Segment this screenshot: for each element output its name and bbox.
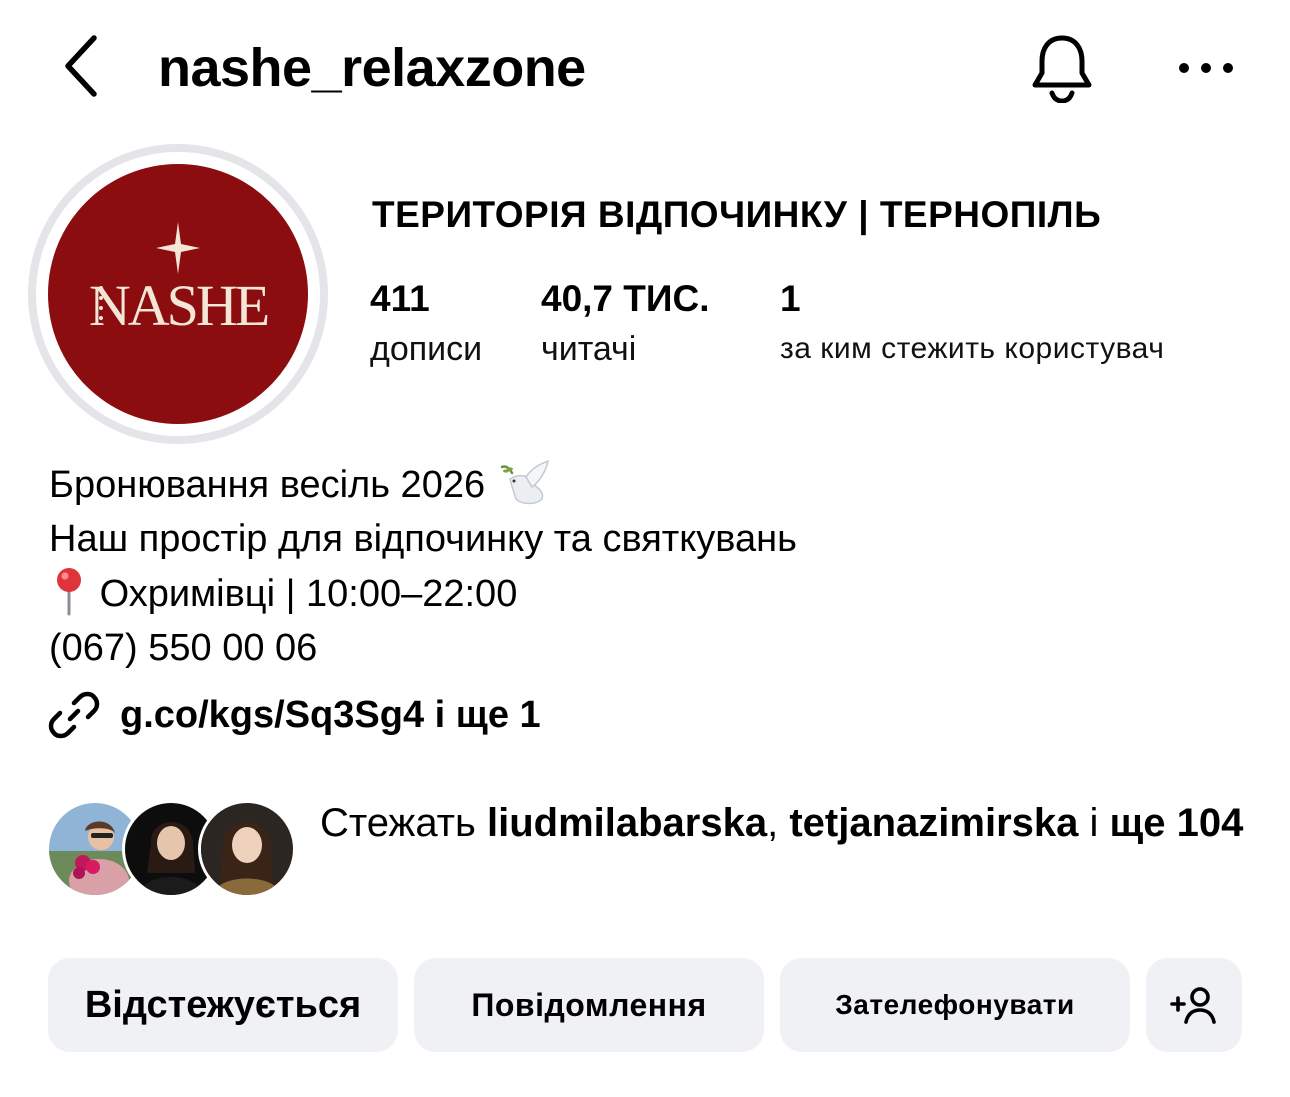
followed-by-user-1: liudmilabarska: [486, 801, 768, 845]
profile-bio: Бронювання весіль 2026 Наш простір для в…: [49, 458, 797, 675]
call-button[interactable]: Зателефонувати: [780, 958, 1130, 1052]
link-icon: [48, 691, 100, 739]
following-button[interactable]: Відстежується: [48, 958, 398, 1052]
followers-label: читачі: [541, 330, 637, 368]
follower-avatar-3: [198, 800, 296, 898]
message-button[interactable]: Повідомлення: [414, 958, 764, 1052]
star-logo-icon: [156, 222, 200, 274]
bio-line-2: Наш простір для відпочинку та святкувань: [49, 518, 797, 560]
bio-line-3: Охримівці | 10:00–22:00: [49, 566, 797, 621]
profile-full-name: ТЕРИТОРІЯ ВІДПОЧИНКУ | ТЕРНОПІЛЬ: [372, 194, 1102, 235]
mutual-followers-avatars[interactable]: [46, 800, 296, 900]
following-count: 1: [780, 278, 801, 319]
followed-by-prefix: Стежать: [320, 801, 476, 845]
link-text: g.co/kgs/Sq3Sg4 і ще 1: [120, 694, 541, 736]
stat-followers[interactable]: 40,7 ТИС. читачі: [541, 276, 710, 372]
posts-count: 411: [370, 278, 430, 319]
dove-icon: [500, 459, 549, 505]
stat-posts[interactable]: 411 дописи: [370, 276, 482, 372]
bio-line-1-text: Бронювання весіль 2026: [49, 464, 486, 506]
suggested-accounts-button[interactable]: [1146, 958, 1242, 1052]
posts-label: дописи: [370, 330, 483, 368]
profile-username: nashe_relaxzone: [158, 38, 586, 98]
bio-line-1: Бронювання весіль 2026: [49, 458, 797, 512]
profile-avatar[interactable]: NASHE: [28, 144, 328, 444]
chevron-left-icon: [65, 35, 97, 97]
add-person-icon: [1170, 987, 1216, 1024]
profile-link[interactable]: g.co/kgs/Sq3Sg4 і ще 1: [48, 688, 541, 742]
bio-phone: (067) 550 00 06: [49, 627, 318, 669]
followed-by-user-2: tetjanazimirska: [789, 801, 1079, 845]
followers-count: 40,7 ТИС.: [541, 278, 710, 319]
back-button[interactable]: [52, 28, 112, 104]
more-options-button[interactable]: [1170, 38, 1242, 98]
more-horizontal-icon: [1179, 63, 1233, 73]
notifications-button[interactable]: [1024, 30, 1100, 106]
following-label: за ким стежить користувач: [780, 332, 1165, 365]
location-pin-icon: [57, 568, 81, 616]
avatar-logo-text: NASHE: [88, 273, 270, 338]
followed-by-more: ще 104: [1109, 801, 1244, 845]
bio-line-3-text: Охримівці | 10:00–22:00: [99, 573, 518, 615]
followed-by-separator: ,: [767, 801, 779, 845]
followed-by-text[interactable]: Стежать liudmilabarska, tetjanazimirska …: [320, 796, 1260, 850]
bell-icon: [1032, 35, 1092, 103]
followed-by-middle: і: [1089, 801, 1099, 845]
stat-following[interactable]: 1 за ким стежить користувач: [780, 276, 1164, 372]
